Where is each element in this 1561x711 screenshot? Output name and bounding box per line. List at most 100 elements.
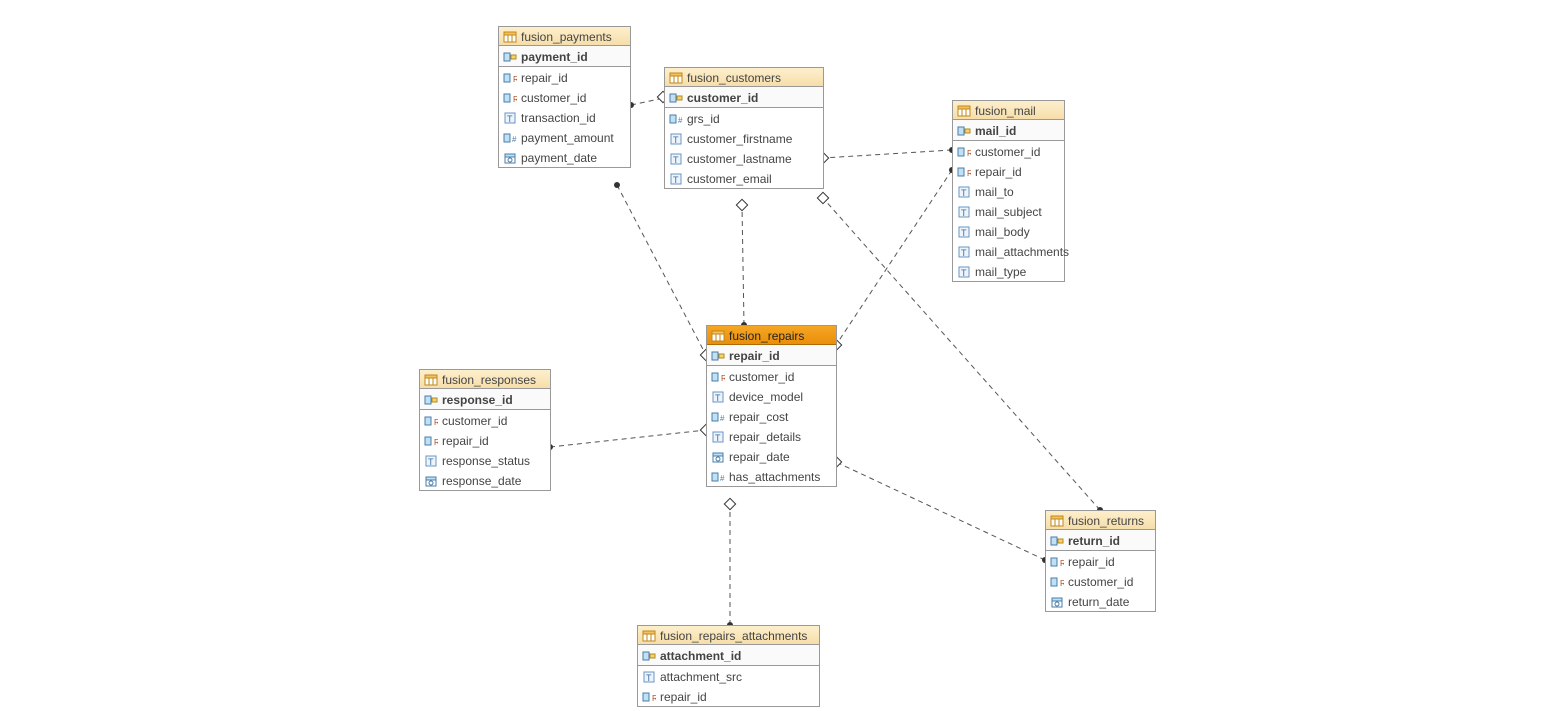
column-row[interactable]: Tresponse_status [420,450,550,470]
column-name: has_attachments [729,470,820,484]
column-row[interactable]: Rrepair_id [638,686,819,706]
svg-text:R: R [1060,559,1064,568]
entity-mail[interactable]: fusion_mail mail_id Rcustomer_idRrepair_id… [952,100,1065,282]
svg-text:T: T [961,248,967,258]
entity-title[interactable]: fusion_mail [953,101,1064,120]
column-name: repair_id [442,434,489,448]
column-row[interactable]: Rcustomer_id [1046,571,1155,591]
column-name: mail_to [975,185,1014,199]
pk-name: payment_id [521,50,588,64]
column-name: payment_date [521,151,597,165]
column-row[interactable]: Tcustomer_lastname [665,148,823,168]
pk-row[interactable]: attachment_id [638,645,819,666]
entity-responses[interactable]: fusion_responsesresponse_idRcustomer_idR… [419,369,551,491]
column-row[interactable]: Rcustomer_id [707,366,836,386]
column-name: response_date [442,474,521,488]
column-name: repair_date [729,450,790,464]
column-row[interactable]: #grs_id [665,108,823,128]
column-row[interactable]: Rrepair_id [1046,551,1155,571]
svg-text:T: T [715,433,721,443]
column-row[interactable]: Ttransaction_id [499,107,630,127]
svg-text:R: R [652,694,656,703]
column-row[interactable]: return_date [1046,591,1155,611]
column-name: attachment_src [660,670,742,684]
column-row[interactable]: repair_date [707,446,836,466]
pk-row[interactable]: return_id [1046,530,1155,551]
column-row[interactable]: # has_attachments [707,466,836,486]
column-name: customer_id [975,145,1040,159]
column-name: customer_lastname [687,152,792,166]
column-name: customer_firstname [687,132,792,146]
svg-text:#: # [720,474,725,483]
entity-repairs[interactable]: fusion_repairsrepair_idRcustomer_idTdevi… [706,325,837,487]
svg-text:R: R [513,95,517,104]
column-row[interactable]: Rrepair_id [420,430,550,450]
column-name: customer_id [442,414,507,428]
svg-text:T: T [715,393,721,403]
column-row[interactable]: Tmail_body [953,221,1064,241]
entity-title-text: fusion_payments [521,30,612,44]
column-row[interactable]: Rrepair_id [953,161,1064,181]
svg-text:R: R [1060,579,1064,588]
column-row[interactable]: payment_date [499,147,630,167]
entity-title-text: fusion_repairs_attachments [660,629,807,643]
column-name: grs_id [687,112,720,126]
entity-returns[interactable]: fusion_returnsreturn_idRrepair_idRcustom… [1045,510,1156,612]
entity-title-text: fusion_mail [975,104,1036,118]
entity-title-text: fusion_responses [442,373,536,387]
entity-title[interactable]: fusion_repairs [707,326,836,345]
pk-name: customer_id [687,91,758,105]
column-name: customer_id [521,91,586,105]
column-row[interactable]: Rcustomer_id [953,141,1064,161]
column-row[interactable]: Tcustomer_email [665,168,823,188]
svg-text:T: T [673,175,679,185]
pk-row[interactable]: repair_id [707,345,836,366]
pk-name: repair_id [729,349,780,363]
pk-row[interactable]: customer_id [665,87,823,108]
pk-name: response_id [442,393,513,407]
svg-text:T: T [961,188,967,198]
column-row[interactable]: Tattachment_src [638,666,819,686]
column-row[interactable]: Rcustomer_id [499,87,630,107]
column-row[interactable]: Tmail_attachments [953,241,1064,261]
column-name: mail_subject [975,205,1042,219]
column-row[interactable]: Tmail_subject [953,201,1064,221]
column-name: customer_id [1068,575,1133,589]
entity-title-text: fusion_repairs [729,329,804,343]
pk-name: attachment_id [660,649,741,663]
pk-name: mail_id [975,124,1016,138]
entity-attachments[interactable]: fusion_repairs_attachments attachment_id T… [637,625,820,707]
column-row[interactable]: #repair_cost [707,406,836,426]
entity-title-text: fusion_customers [687,71,781,85]
column-name: repair_id [521,71,568,85]
column-row[interactable]: Tmail_type [953,261,1064,281]
column-row[interactable]: Tcustomer_firstname [665,128,823,148]
column-row[interactable]: response_date [420,470,550,490]
column-name: repair_details [729,430,801,444]
svg-text:#: # [512,135,517,144]
column-row[interactable]: #payment_amount [499,127,630,147]
svg-text:T: T [507,114,513,124]
entity-title[interactable]: fusion_payments [499,27,630,46]
column-name: repair_cost [729,410,788,424]
column-row[interactable]: Tdevice_model [707,386,836,406]
entity-title[interactable]: fusion_returns [1046,511,1155,530]
column-name: repair_id [1068,555,1115,569]
column-name: device_model [729,390,803,404]
column-row[interactable]: Trepair_details [707,426,836,446]
entity-title[interactable]: fusion_repairs_attachments [638,626,819,645]
column-row[interactable]: Rrepair_id [499,67,630,87]
column-row[interactable]: Rcustomer_id [420,410,550,430]
column-row[interactable]: Tmail_to [953,181,1064,201]
pk-row[interactable]: payment_id [499,46,630,67]
entity-title[interactable]: fusion_responses [420,370,550,389]
entity-customers[interactable]: fusion_customerscustomer_id#grs_idTcusto… [664,67,824,189]
svg-text:R: R [434,418,438,427]
pk-row[interactable]: response_id [420,389,550,410]
column-name: mail_type [975,265,1026,279]
pk-row[interactable]: mail_id [953,120,1064,141]
svg-text:T: T [961,268,967,278]
entity-title[interactable]: fusion_customers [665,68,823,87]
column-name: transaction_id [521,111,596,125]
entity-payments[interactable]: fusion_paymentspayment_idRrepair_idRcust… [498,26,631,168]
